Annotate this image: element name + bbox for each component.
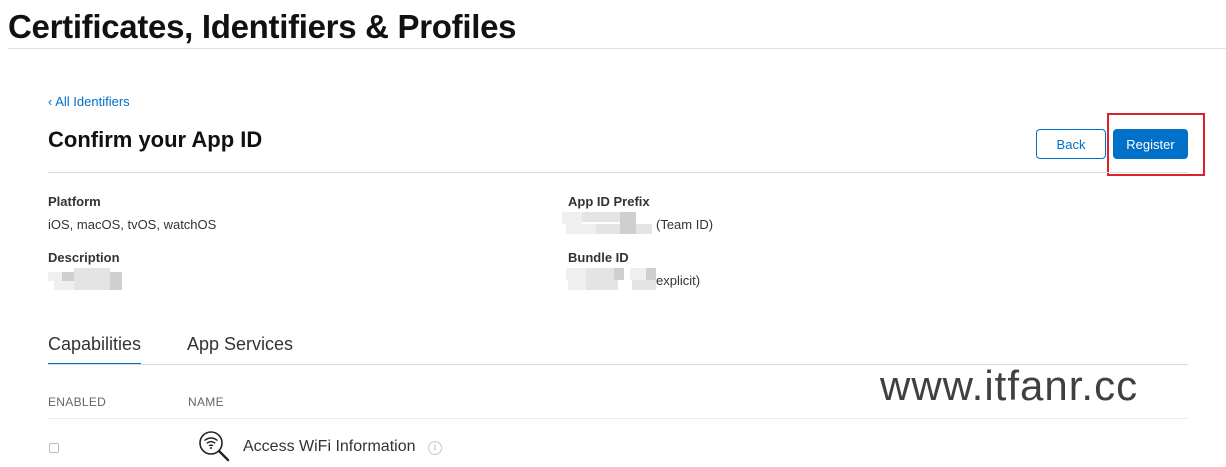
breadcrumb-all-identifiers[interactable]: ‹ All Identifiers (48, 94, 130, 109)
bundle-id-label: Bundle ID (568, 250, 629, 265)
register-button[interactable]: Register (1113, 129, 1188, 159)
section-divider (48, 172, 1188, 173)
page-title: Certificates, Identifiers & Profiles (8, 8, 517, 45)
header-divider (8, 48, 1226, 49)
enabled-checkbox[interactable] (49, 443, 59, 453)
platform-value: iOS, macOS, tvOS, watchOS (48, 217, 217, 232)
info-icon[interactable]: i (428, 441, 442, 455)
platform-label: Platform (48, 194, 101, 209)
bundle-id-suffix: explicit) (656, 273, 701, 288)
app-id-prefix-suffix: (Team ID) (656, 217, 714, 232)
description-label: Description (48, 250, 120, 265)
back-button[interactable]: Back (1036, 129, 1106, 159)
column-header-name: NAME (188, 395, 224, 409)
tab-app-services[interactable]: App Services (187, 334, 293, 363)
wifi-search-icon (199, 431, 230, 462)
tab-capabilities[interactable]: Capabilities (48, 334, 142, 365)
table-header-divider (48, 418, 1188, 419)
column-header-enabled: ENABLED (48, 395, 107, 409)
page-heading: Confirm your App ID (48, 127, 263, 152)
watermark-text: www.itfanr.cc (880, 362, 1139, 409)
capability-name: Access WiFi Information (243, 438, 416, 455)
app-id-prefix-label: App ID Prefix (568, 194, 650, 209)
